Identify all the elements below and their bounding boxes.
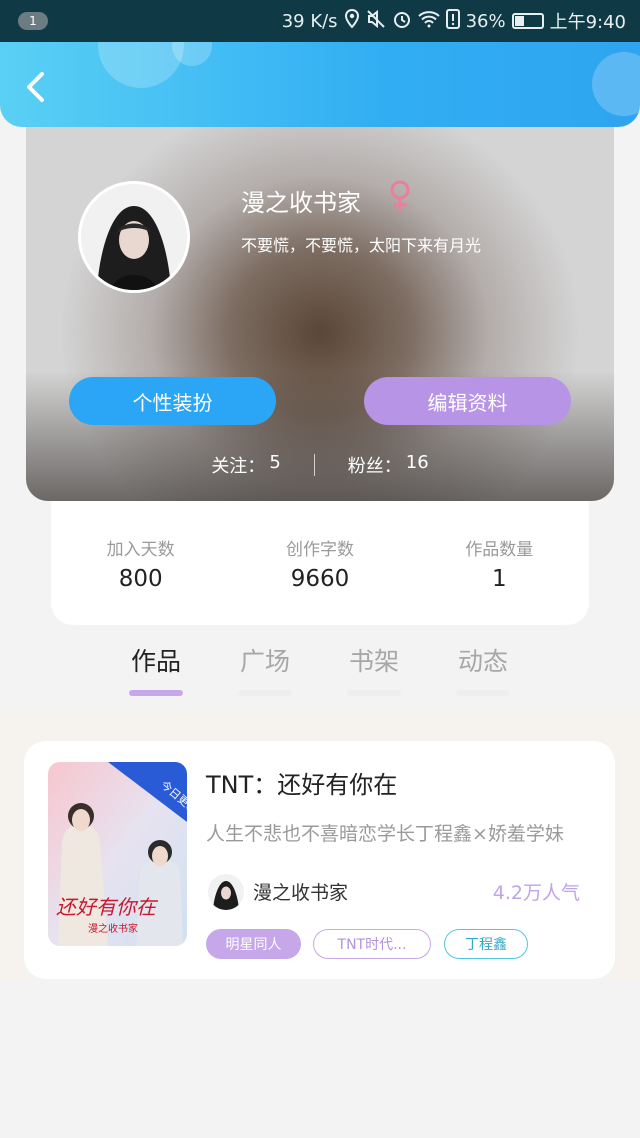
tab-indicator-bookshelf bbox=[347, 690, 401, 696]
profile-card: 漫之收书家 不要慌，不要慌，太阳下来有月光 个性装扮 编辑资料 关注： 5 粉丝… bbox=[26, 127, 614, 501]
author-name: 漫之收书家 bbox=[253, 882, 349, 904]
avatar[interactable] bbox=[78, 181, 190, 293]
decor-bubble bbox=[98, 42, 184, 88]
stats-card: 加入天数 800 创作字数 9660 作品数量 1 bbox=[51, 501, 589, 625]
divider bbox=[313, 454, 315, 476]
tag-ding-chengxin[interactable]: 丁程鑫 bbox=[444, 929, 528, 959]
battery-percent: 36% bbox=[465, 10, 506, 32]
stat-value: 1 bbox=[492, 566, 507, 592]
cover-title: 还好有你在 bbox=[56, 895, 159, 919]
work-description: 人生不悲也不喜暗恋学长丁程鑫×娇羞学妹 bbox=[206, 823, 564, 845]
wifi-icon bbox=[417, 10, 440, 32]
book-cover[interactable]: 今日更新 还好有你在 漫之收书家 bbox=[48, 762, 187, 946]
personal-dress-button[interactable]: 个性装扮 bbox=[69, 377, 276, 425]
tag-celebrity-fanfic[interactable]: 明星同人 bbox=[206, 929, 301, 959]
fans-label: 粉丝： bbox=[347, 456, 402, 477]
stat-works-count: 作品数量 1 bbox=[410, 501, 589, 625]
tab-bookshelf[interactable]: 书架 bbox=[344, 642, 404, 678]
work-title[interactable]: TNT：还好有你在 bbox=[206, 765, 397, 800]
battery-icon bbox=[511, 13, 544, 29]
stat-label: 作品数量 bbox=[465, 540, 534, 560]
location-icon bbox=[344, 8, 360, 33]
tab-indicator-plaza bbox=[238, 690, 292, 696]
network-speed: 39 K/s bbox=[281, 10, 338, 32]
status-bar: 1 39 K/s 36% 上午9:40 bbox=[0, 0, 640, 42]
fans-value: 16 bbox=[405, 452, 429, 473]
tab-moments[interactable]: 动态 bbox=[453, 642, 513, 678]
header-bar bbox=[0, 42, 640, 127]
following-count[interactable]: 关注： 5 bbox=[211, 452, 280, 478]
stat-word-count: 创作字数 9660 bbox=[230, 501, 409, 625]
alarm-icon bbox=[392, 9, 412, 33]
stat-join-days: 加入天数 800 bbox=[51, 501, 230, 625]
chevron-left-icon bbox=[27, 72, 44, 102]
profile-bio: 不要慌，不要慌，太阳下来有月光 bbox=[241, 236, 482, 255]
mute-icon bbox=[366, 9, 386, 33]
author-avatar bbox=[208, 874, 244, 910]
edit-profile-button[interactable]: 编辑资料 bbox=[364, 377, 571, 425]
profile-username: 漫之收书家 bbox=[241, 189, 361, 217]
cover-author: 漫之收书家 bbox=[88, 922, 138, 935]
tab-indicator-works bbox=[129, 690, 183, 696]
clock: 上午9:40 bbox=[549, 12, 626, 33]
notification-badge: 1 bbox=[18, 12, 48, 30]
tab-bar: 作品 广场 书架 动态 bbox=[0, 630, 640, 710]
back-button[interactable] bbox=[18, 70, 52, 104]
follow-stats: 关注： 5 粉丝： 16 bbox=[26, 452, 614, 478]
following-value: 5 bbox=[269, 452, 281, 473]
female-icon bbox=[388, 179, 412, 217]
fans-count[interactable]: 粉丝： 16 bbox=[348, 452, 429, 478]
stat-value: 9660 bbox=[290, 566, 350, 592]
tag-tnt[interactable]: TNT时代... bbox=[313, 929, 431, 959]
tab-indicator-moments bbox=[456, 690, 510, 696]
stat-value: 800 bbox=[118, 566, 163, 592]
decor-bubble bbox=[592, 52, 640, 116]
alert-icon bbox=[445, 9, 460, 33]
popularity: 4.2万人气 bbox=[492, 882, 580, 904]
following-label: 关注： bbox=[211, 456, 266, 477]
work-card[interactable]: 今日更新 还好有你在 漫之收书家 TNT：还好有你在 人生不悲也不喜暗恋学长丁程… bbox=[24, 741, 615, 979]
tab-plaza[interactable]: 广场 bbox=[235, 642, 295, 678]
tab-works[interactable]: 作品 bbox=[126, 642, 186, 678]
stat-label: 创作字数 bbox=[285, 540, 354, 560]
stat-label: 加入天数 bbox=[106, 540, 175, 560]
